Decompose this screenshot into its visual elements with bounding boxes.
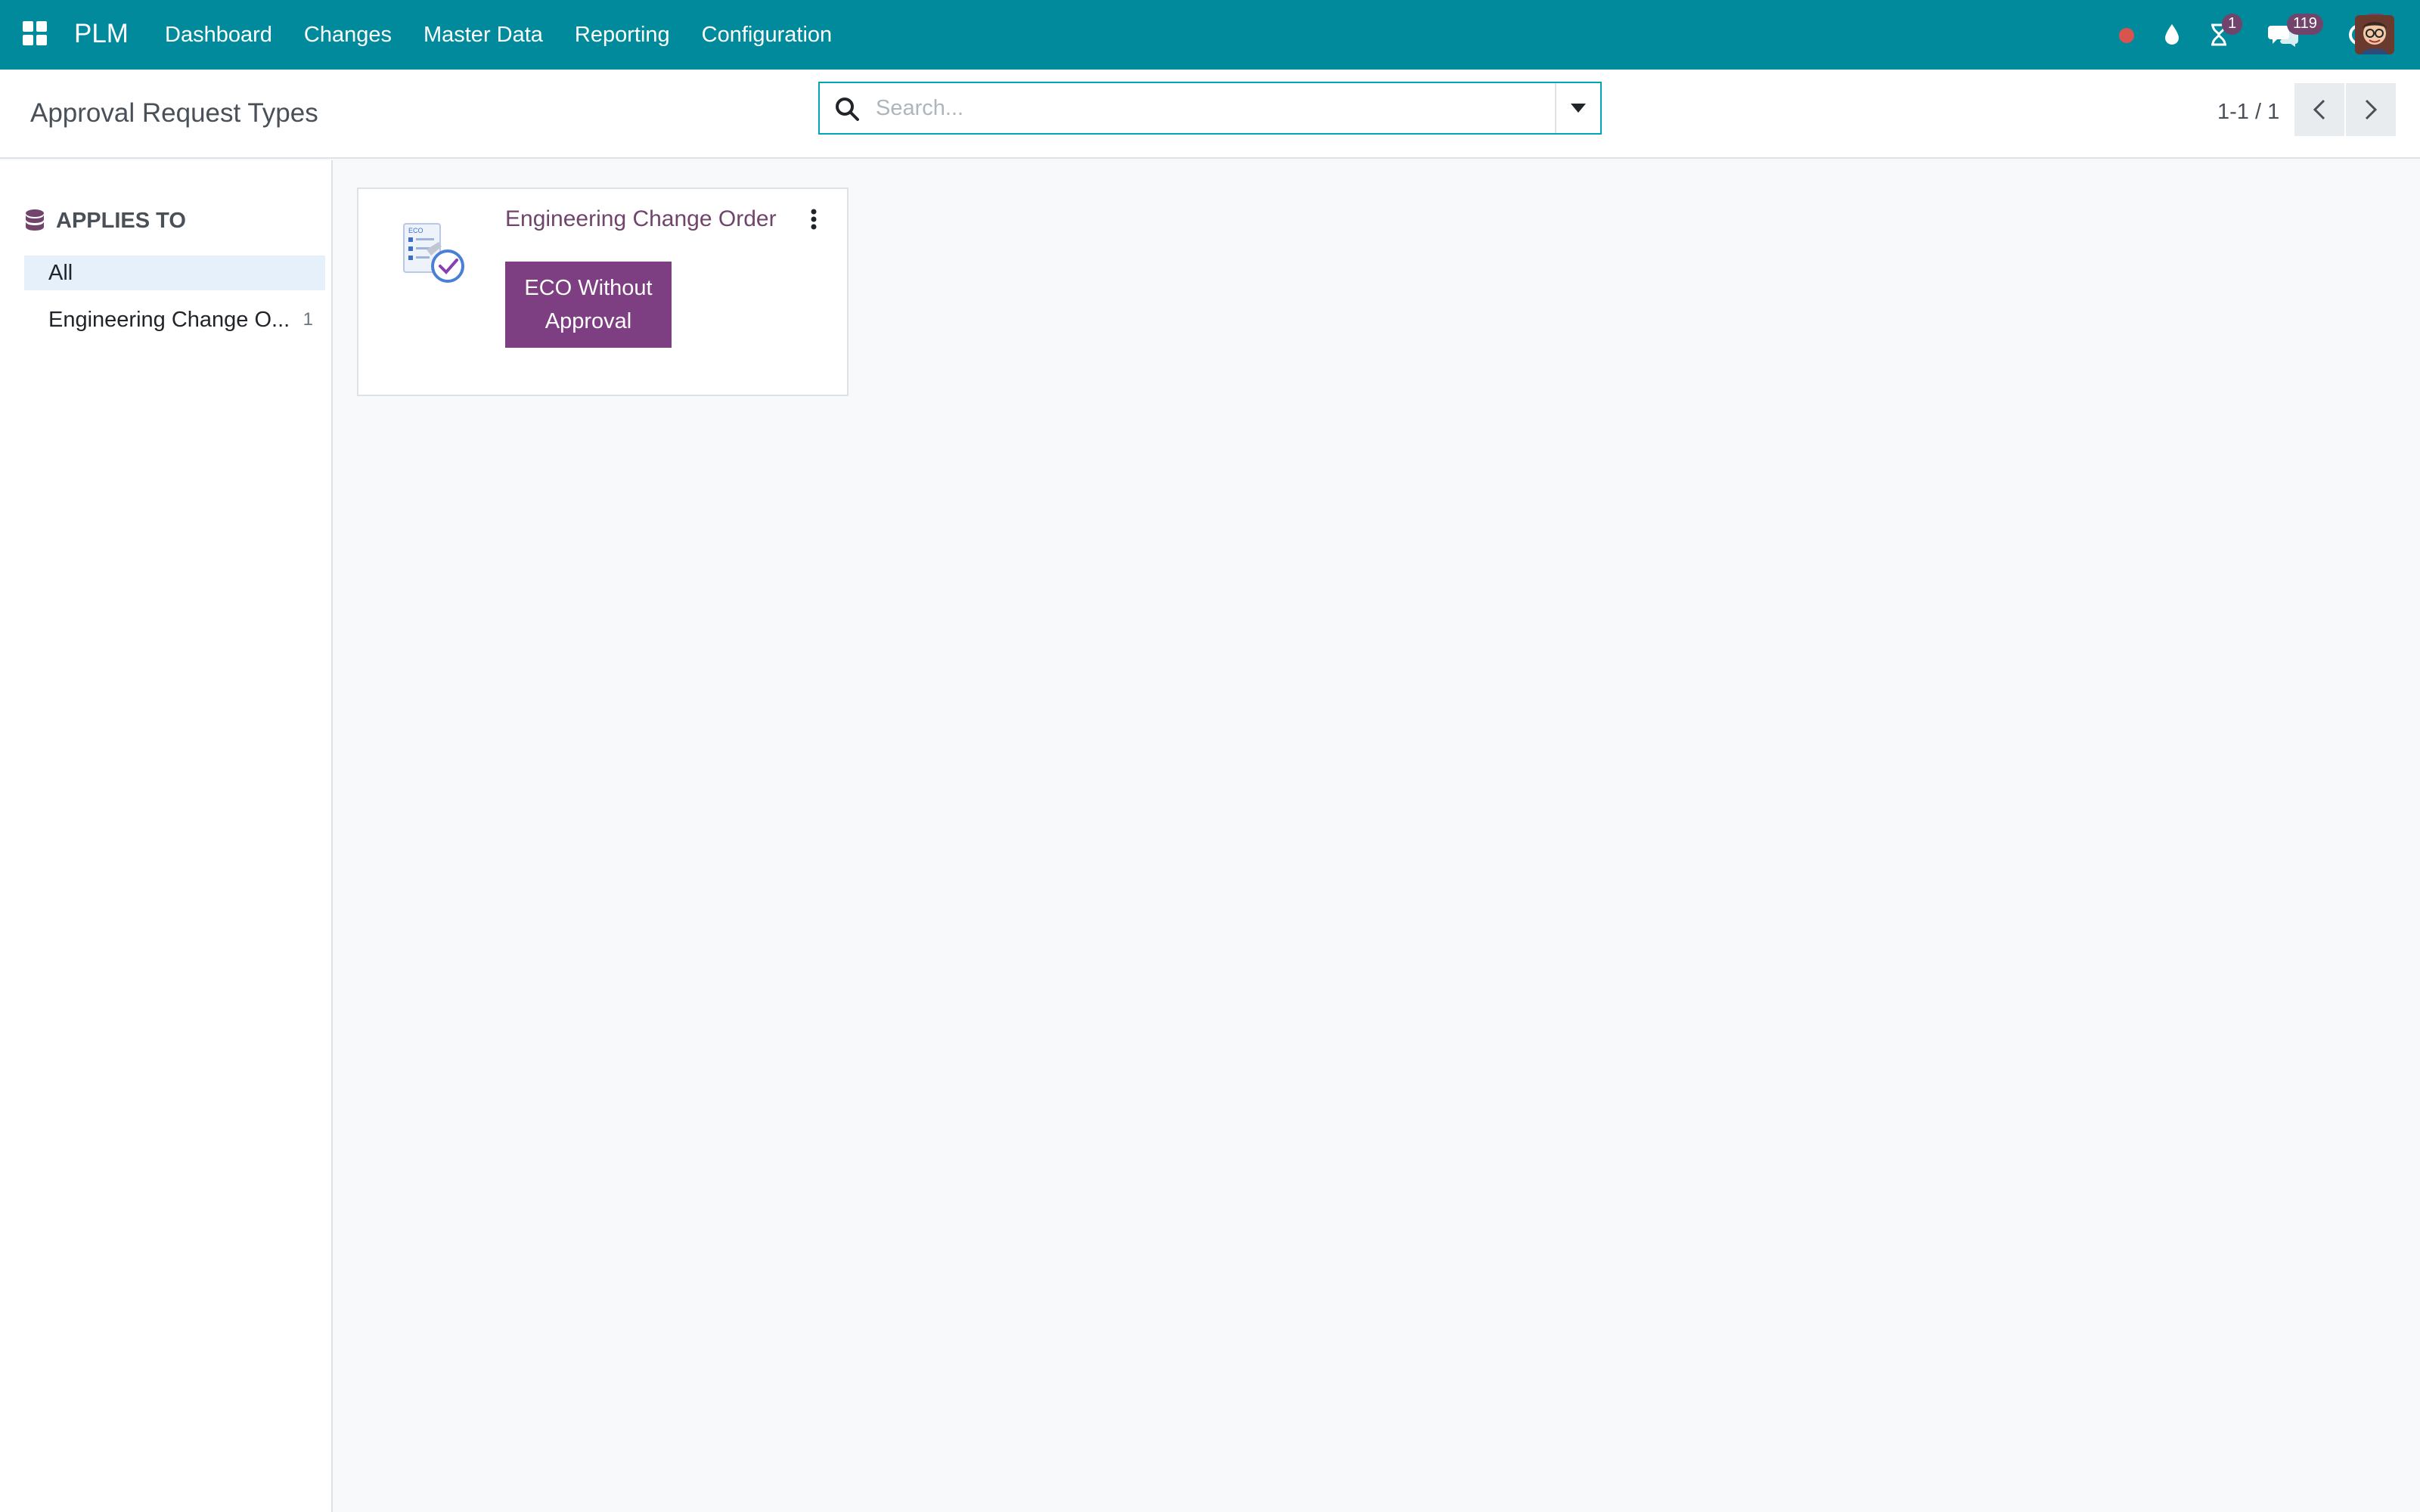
database-icon (26, 209, 44, 231)
droplet-icon[interactable] (2158, 17, 2186, 53)
menu-changes[interactable]: Changes (304, 0, 392, 70)
messages-badge: 119 (2287, 14, 2323, 35)
activity-badge: 1 (2222, 14, 2243, 35)
page-title: Approval Request Types (30, 98, 318, 128)
card-title[interactable]: Engineering Change Order (505, 204, 777, 234)
filter-item-all[interactable]: All (24, 256, 325, 290)
menu-configuration[interactable]: Configuration (702, 0, 833, 70)
eco-document-icon: ECO (403, 223, 464, 283)
main-menu: Dashboard Changes Master Data Reporting … (165, 0, 864, 70)
kanban-card[interactable]: ECO Engineering Change Order ECO Without… (357, 187, 849, 396)
menu-reporting[interactable]: Reporting (575, 0, 670, 70)
chevron-right-icon (2365, 99, 2378, 120)
menu-dashboard[interactable]: Dashboard (165, 0, 272, 70)
filter-item-label: Engineering Change O... (48, 307, 290, 332)
pager-next-button[interactable] (2346, 83, 2396, 136)
top-navbar: PLM Dashboard Changes Master Data Report… (0, 0, 2420, 70)
search-options-toggle[interactable] (1555, 83, 1600, 133)
sidebar-section-title: APPLIES TO (56, 208, 186, 233)
user-avatar[interactable] (2355, 15, 2394, 54)
eco-without-approval-button[interactable]: ECO Without Approval (505, 262, 672, 348)
search-bar (818, 82, 1602, 135)
pager-previous-button[interactable] (2294, 83, 2344, 136)
search-input[interactable] (876, 89, 1526, 127)
recording-dot-icon[interactable] (2113, 17, 2140, 53)
messages-icon[interactable]: 119 (2264, 14, 2323, 53)
vertical-ellipsis-icon (811, 209, 817, 230)
search-panel-sidebar: APPLIES TO All Engineering Change O... 1 (0, 160, 333, 1512)
chevron-left-icon (2313, 99, 2325, 120)
activity-hourglass-icon[interactable]: 1 (2202, 14, 2243, 53)
svg-text:ECO: ECO (408, 227, 424, 234)
control-panel: Approval Request Types 1-1 / 1 (0, 70, 2420, 159)
pager-value[interactable]: 1-1 / 1 (2217, 91, 2279, 133)
search-icon (836, 98, 859, 121)
card-dropdown-toggle[interactable] (805, 206, 823, 233)
sidebar-section-header: APPLIES TO (24, 206, 186, 236)
menu-master-data[interactable]: Master Data (424, 0, 543, 70)
filter-item-count: 1 (302, 309, 313, 330)
filter-item-label: All (48, 260, 73, 285)
app-brand[interactable]: PLM (74, 18, 129, 50)
filter-item-engineering-change-order[interactable]: Engineering Change O... 1 (24, 302, 325, 337)
caret-down-icon (1571, 104, 1586, 113)
apps-menu-icon[interactable] (21, 20, 48, 47)
